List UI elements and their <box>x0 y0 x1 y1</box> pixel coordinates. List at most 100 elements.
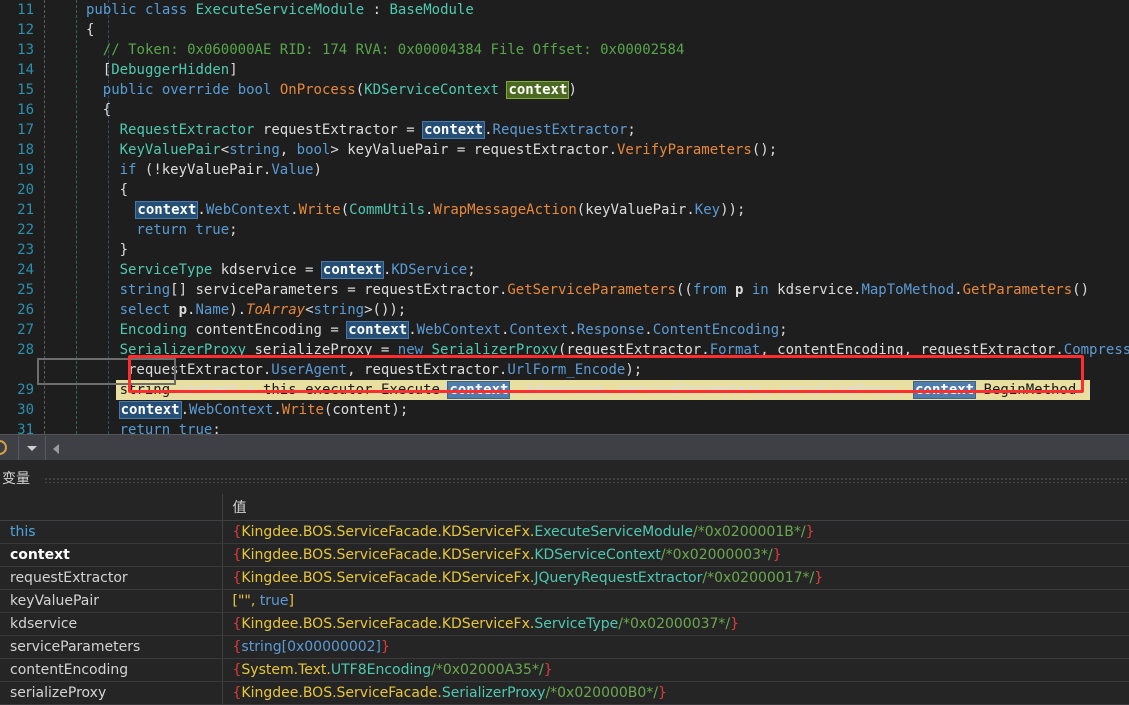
code-row[interactable]: 16 { <box>0 100 1129 120</box>
variable-value[interactable]: {System.Text.UTF8Encoding/*0x02000A35*/} <box>222 658 1129 682</box>
chevron-down-icon[interactable] <box>18 436 46 460</box>
table-row[interactable]: this {Kingdee.BOS.ServiceFacade.KDService… <box>0 520 1129 544</box>
line-number: 16 <box>17 102 34 118</box>
code-text: select p.Name).ToArray<string>()); <box>119 302 407 318</box>
line-number: 21 <box>17 202 34 218</box>
code-text: Encoding contentEncoding = context.WebCo… <box>119 321 788 339</box>
code-row[interactable]: 22 return true; <box>0 220 1129 240</box>
code-text: KeyValuePair<string, bool> keyValuePair … <box>119 142 778 158</box>
symbol-highlight-context: context <box>135 201 199 219</box>
line-number: 18 <box>17 142 34 158</box>
variable-name[interactable]: this <box>0 520 223 544</box>
line-number: 25 <box>17 282 34 298</box>
table-row[interactable]: serviceParameters {string[0x00000002]} <box>0 635 1129 659</box>
code-text: // Token: 0x060000AE RID: 174 RVA: 0x000… <box>102 42 685 58</box>
code-row[interactable]: 12 { <box>0 20 1129 40</box>
scrollbar-track[interactable] <box>65 436 1129 460</box>
code-text: { <box>86 22 95 38</box>
code-text: string content = this.executor.Execute(c… <box>119 381 1094 399</box>
variable-value[interactable]: {Kingdee.BOS.ServiceFacade.SerializerPro… <box>222 681 1129 705</box>
line-number: 24 <box>17 262 34 278</box>
variable-value[interactable]: {Kingdee.BOS.ServiceFacade.KDServiceFx.E… <box>222 520 1129 544</box>
code-row[interactable]: 15 public override bool OnProcess(KDServi… <box>0 80 1129 100</box>
code-text: ServiceType kdservice = context.KDServic… <box>119 261 476 279</box>
line-number <box>0 360 34 380</box>
panel-grip-dots <box>44 477 1129 483</box>
variable-value[interactable]: ["", true] <box>222 589 1129 613</box>
variable-name[interactable]: kdservice <box>0 612 223 636</box>
code-row[interactable]: 24 ServiceType kdservice = context.KDServ… <box>0 260 1129 280</box>
code-text: return true; <box>119 422 221 434</box>
chevron-left-icon[interactable] <box>47 436 65 460</box>
code-row[interactable]: 31 return true; <box>0 420 1129 434</box>
line-number: 30 <box>17 402 34 418</box>
line-number: 31 <box>17 422 34 434</box>
symbol-highlight-context: context <box>913 381 977 399</box>
record-circle-icon <box>0 440 7 455</box>
table-row[interactable]: contentEncoding {System.Text.UTF8Encoding… <box>0 658 1129 682</box>
code-row[interactable]: 19 if (!keyValuePair.Value) <box>0 160 1129 180</box>
code-row[interactable]: 11 public class ExecuteServiceModule : Ba… <box>0 0 1129 20</box>
line-number: 15 <box>17 82 34 98</box>
code-text: context.WebContext.Write(content); <box>118 401 409 419</box>
column-header-value[interactable]: 值 <box>222 494 1129 521</box>
table-row[interactable]: keyValuePair ["", true] <box>0 589 1129 613</box>
variable-name[interactable]: requestExtractor <box>0 566 223 590</box>
code-row[interactable]: 26 select p.Name).ToArray<string>()); <box>0 300 1129 320</box>
code-row[interactable]: 28 SerializerProxy serializeProxy = new S… <box>0 340 1129 360</box>
line-number: 20 <box>17 182 34 198</box>
code-text: context.WebContext.Write(CommUtils.WrapM… <box>135 201 746 219</box>
code-text: [DebuggerHidden] <box>102 62 238 78</box>
editor-horizontal-scrollbar[interactable] <box>0 434 1129 460</box>
code-editor[interactable]: 11 public class ExecuteServiceModule : Ba… <box>0 0 1129 434</box>
code-row[interactable]: 27 Encoding contentEncoding = context.Web… <box>0 320 1129 340</box>
code-row[interactable]: 23} <box>0 240 1129 260</box>
code-row[interactable]: 13 // Token: 0x060000AE RID: 174 RVA: 0x0… <box>0 40 1129 60</box>
code-text: requestExtractor.UserAgent, requestExtra… <box>128 362 643 378</box>
code-row[interactable]: 21 context.WebContext.Write(CommUtils.Wra… <box>0 200 1129 220</box>
gutter-selection-rectangle <box>37 358 176 385</box>
code-row[interactable]: 18 KeyValuePair<string, bool> keyValuePai… <box>0 140 1129 160</box>
symbol-highlight-context: context <box>506 81 570 99</box>
variable-value[interactable]: {Kingdee.BOS.ServiceFacade.KDServiceFx.K… <box>222 543 1129 567</box>
code-text: { <box>119 182 129 198</box>
column-header-name[interactable] <box>0 494 223 521</box>
variable-name[interactable]: serializeProxy <box>0 681 223 705</box>
symbol-highlight-context: context <box>447 381 511 399</box>
code-row[interactable]: 17 RequestExtractor requestExtractor = co… <box>0 120 1129 140</box>
code-row[interactable]: 14 [DebuggerHidden] <box>0 60 1129 80</box>
variable-value[interactable]: {string[0x00000002]} <box>222 635 1129 659</box>
line-number: 28 <box>17 342 34 358</box>
line-number: 23 <box>17 242 34 258</box>
code-text: SerializerProxy serializeProxy = new Ser… <box>119 342 1129 358</box>
line-number: 17 <box>17 122 34 138</box>
code-row[interactable]: 20 { <box>0 180 1129 200</box>
code-row[interactable]: 25 string[] serviceParameters = requestEx… <box>0 280 1129 300</box>
line-number: 14 <box>17 62 34 78</box>
variable-value[interactable]: {Kingdee.BOS.ServiceFacade.KDServiceFx.S… <box>222 612 1129 636</box>
line-number: 26 <box>17 302 34 318</box>
table-row[interactable]: context {Kingdee.BOS.ServiceFacade.KDServ… <box>0 543 1129 567</box>
line-number: 11 <box>17 2 34 18</box>
code-text: if (!keyValuePair.Value) <box>119 162 322 178</box>
variable-name[interactable]: contentEncoding <box>0 658 223 682</box>
code-text: } <box>119 242 129 258</box>
table-row[interactable]: kdservice {Kingdee.BOS.ServiceFacade.KDSe… <box>0 612 1129 636</box>
table-row[interactable]: requestExtractor {Kingdee.BOS.ServiceFaca… <box>0 566 1129 590</box>
symbol-highlight-context: context <box>118 401 182 419</box>
code-text: { <box>102 102 112 118</box>
code-text: public override bool OnProcess(KDService… <box>102 81 577 99</box>
debugger-window: 11 public class ExecuteServiceModule : Ba… <box>0 0 1129 705</box>
line-number: 29 <box>17 382 34 398</box>
code-text: RequestExtractor requestExtractor = cont… <box>119 121 636 139</box>
table-row[interactable]: serializeProxy {Kingdee.BOS.ServiceFacade… <box>0 681 1129 705</box>
variable-name[interactable]: context <box>0 543 223 567</box>
variable-name[interactable]: serviceParameters <box>0 635 223 659</box>
code-text: return true; <box>136 222 238 238</box>
symbol-highlight-context: context <box>346 321 410 339</box>
code-row[interactable]: 30 context.WebContext.Write(content); <box>0 400 1129 420</box>
variables-panel-header: 变量 <box>0 460 1129 494</box>
variable-name[interactable]: keyValuePair <box>0 589 223 613</box>
variable-value[interactable]: {Kingdee.BOS.ServiceFacade.KDServiceFx.J… <box>222 566 1129 590</box>
variables-panel: 变量 值 this {Kingdee.BOS.ServiceFacade.KDSe… <box>0 460 1129 705</box>
